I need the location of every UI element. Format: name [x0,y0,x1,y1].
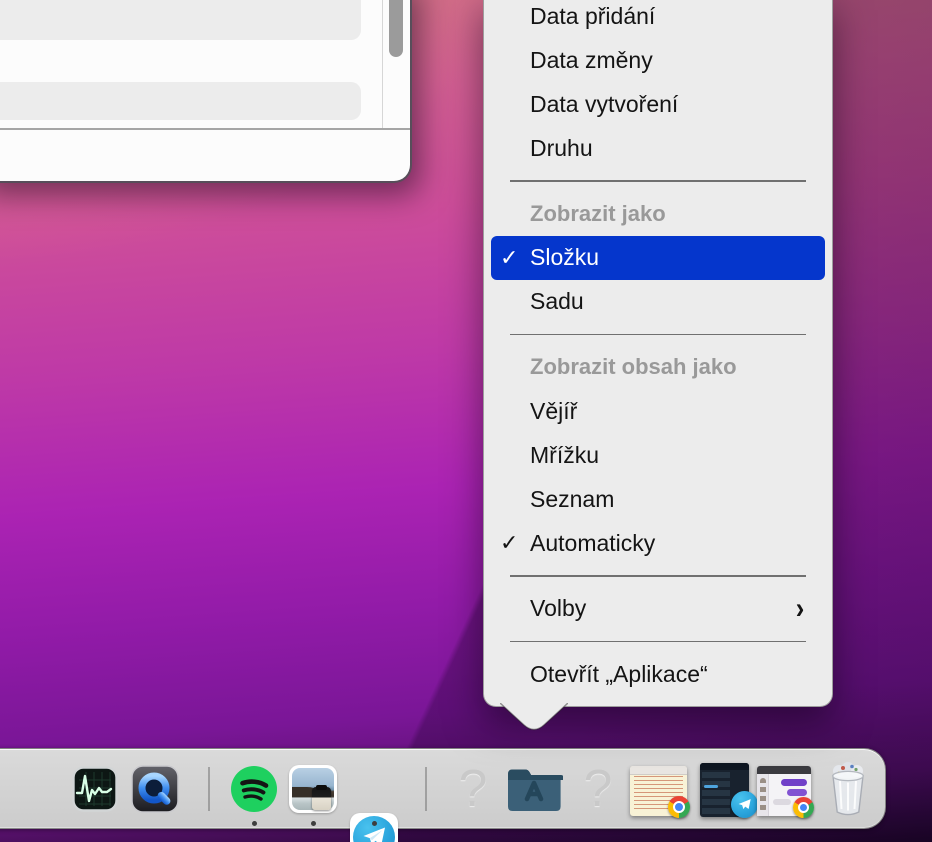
menu-item-label: Vějíř [530,397,578,424]
checkmark-icon: ✓ [500,530,519,555]
menu-item-label: Sadu [530,288,584,314]
menu-separator [510,333,806,335]
scrollbar-thumb[interactable] [389,0,403,57]
running-indicator-preview [311,821,316,826]
dock-item-missing-app-1[interactable]: ? [453,761,493,817]
menu-item-seznam[interactable]: Seznam [491,477,825,521]
quicktime-icon [131,765,179,813]
window-toolbar-dark [757,766,811,774]
dock-item-trash[interactable] [825,761,871,824]
chat-bubble-gray [773,799,791,805]
menu-item-label: Otevřít „Aplikace“ [530,660,708,687]
checkmark-icon: ✓ [500,244,519,270]
menu-item-label: Druhu [530,134,593,161]
window-toolbar [630,766,687,775]
dock-item-activity-monitor[interactable] [72,766,118,817]
menu-item-mrizku[interactable]: Mřížku [491,433,825,477]
running-indicator-telegram [372,821,377,826]
dock-item-quicktime-player[interactable] [131,765,179,818]
menu-item-data-vytvoreni[interactable]: Data vytvoření [491,82,825,126]
trash-full-icon [832,762,864,816]
chrome-icon-center [672,800,686,814]
menu-pointer-tail [500,703,568,731]
menu-section-header-zobrazit-obsah-jako: Zobrazit obsah jako [530,354,737,379]
question-mark-icon: ? [583,760,613,818]
scrollbar-track-divider [382,0,383,128]
spotify-icon [231,766,277,812]
chat-list-rows [702,772,730,814]
menu-separator [510,180,806,182]
applications-folder-icon [508,769,564,811]
menu-item-label: Data vytvoření [530,90,679,117]
telegram-plane-icon [363,827,385,842]
contact-avatars [760,778,766,812]
desktop: Data přidání Data změny Data vytvoření D… [0,0,932,842]
list-item[interactable] [0,82,361,120]
running-indicator-spotify [252,821,257,826]
menu-item-label: Volby [530,595,587,621]
dock: ? ? [0,748,886,842]
menu-section-header-zobrazit-jako: Zobrazit jako [530,200,666,226]
menu-item-data-pridani[interactable]: Data přidání [491,0,825,38]
dock-item-applications-folder[interactable] [505,763,564,818]
menu-separator [510,640,806,642]
menu-item-slozku[interactable]: ✓ Složku [491,235,825,280]
menu-item-vejir[interactable]: Vějíř [491,389,825,433]
menu-item-otevrit-aplikace[interactable]: Otevřít „Aplikace“ [491,652,825,696]
dock-context-menu: Data přidání Data změny Data vytvoření D… [483,0,833,707]
menu-separator [510,575,806,577]
dock-separator [425,767,427,811]
dock-item-minimized-chrome-window-1[interactable] [630,766,690,818]
menu-item-label: Automaticky [530,529,656,556]
menu-item-sadu[interactable]: Sadu [491,280,825,324]
chrome-icon-center [797,801,810,814]
chrome-icon [668,796,690,818]
dock-separator [208,767,210,811]
dock-item-telegram[interactable] [350,813,398,842]
menu-item-data-zmeny[interactable]: Data změny [491,38,825,82]
submenu-chevron-icon: › [795,591,805,625]
question-mark-icon: ? [458,760,488,818]
menu-item-automaticky[interactable]: ✓ Automaticky [491,521,825,565]
chat-bubble-purple [781,779,807,786]
background-window[interactable] [0,0,412,183]
menu-item-volby[interactable]: Volby › [491,587,825,631]
list-item[interactable] [0,0,361,40]
dock-item-minimized-chrome-window-2[interactable] [757,766,814,818]
preview-bottle-cap [316,785,327,790]
dock-item-preview[interactable] [289,765,337,813]
chat-accent-line [704,785,718,788]
dock-item-minimized-telegram-window[interactable] [700,763,758,818]
menu-item-label: Složku [530,244,600,270]
chat-bubble-purple [787,789,807,796]
window-footer-divider [0,128,410,130]
menu-item-label: Mřížku [530,441,599,468]
preview-ink-bottle [312,787,331,810]
dock-item-spotify[interactable] [230,765,278,818]
menu-item-label: Seznam [530,485,615,512]
dock-item-missing-app-2[interactable]: ? [578,761,618,817]
window-titlebar [700,763,749,770]
menu-item-druhu[interactable]: Druhu [491,126,825,170]
activity-monitor-icon [72,766,118,812]
menu-item-label: Data přidání [530,2,656,29]
telegram-icon-badge [731,791,758,818]
menu-item-label: Data změny [530,46,653,73]
chrome-icon [793,797,814,818]
